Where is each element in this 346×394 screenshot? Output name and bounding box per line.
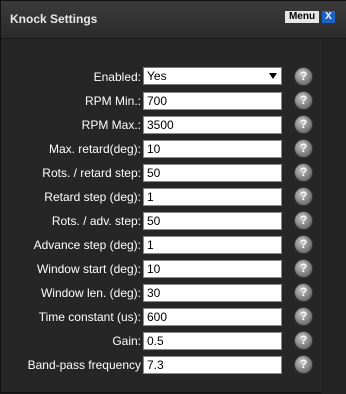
help-icon[interactable]: ? [294,235,313,254]
gain-input[interactable]: 0.5 [143,332,282,350]
title-bar[interactable]: Knock Settings Menu X [1,1,346,39]
time-constant-label: Time constant (us): [38,310,141,324]
row-rots-retard-step: Rots. / retard step: 50 ? [1,162,321,184]
row-rpm-min: RPM Min.: 700 ? [1,90,321,112]
advance-step-input[interactable]: 1 [143,236,282,254]
row-rots-adv-step: Rots. / adv. step: 50 ? [1,210,321,232]
help-icon[interactable]: ? [294,355,313,374]
enabled-select-value: Yes [147,69,167,83]
rpm-max-label: RPM Max.: [81,118,141,132]
rots-adv-step-label: Rots. / adv. step: [51,214,141,228]
rpm-min-label: RPM Min.: [84,94,141,108]
close-icon[interactable]: X [322,11,335,23]
window-len-label: Window len. (deg): [40,286,141,300]
row-max-retard: Max. retard(deg): 10 ? [1,138,321,160]
row-retard-step: Retard step (deg): 1 ? [1,186,321,208]
row-enabled: Enabled: Yes ? [1,66,321,88]
band-pass-input[interactable]: 7.3 [143,356,282,374]
max-retard-label: Max. retard(deg): [48,142,141,156]
help-icon[interactable]: ? [294,283,313,302]
row-time-constant: Time constant (us): 600 ? [1,306,321,328]
rots-retard-step-label: Rots. / retard step: [42,166,141,180]
time-constant-input[interactable]: 600 [143,308,282,326]
window-len-input[interactable]: 30 [143,284,282,302]
rots-retard-step-input[interactable]: 50 [143,164,282,182]
help-icon[interactable]: ? [294,331,313,350]
row-advance-step: Advance step (deg): 1 ? [1,234,321,256]
row-rpm-max: RPM Max.: 3500 ? [1,114,321,136]
knock-settings-window: Knock Settings Menu X Enabled: Yes ? RPM… [0,0,346,394]
gain-label: Gain: [112,334,141,348]
help-icon[interactable]: ? [294,91,313,110]
row-window-start: Window start (deg): 10 ? [1,258,321,280]
help-icon[interactable]: ? [294,307,313,326]
enabled-label: Enabled: [93,70,141,84]
enabled-select[interactable]: Yes [143,67,282,85]
window-start-label: Window start (deg): [36,262,141,276]
help-icon[interactable]: ? [294,211,313,230]
max-retard-input[interactable]: 10 [143,140,282,158]
rpm-max-input[interactable]: 3500 [143,116,282,134]
retard-step-label: Retard step (deg): [44,190,141,204]
band-pass-label: Band-pass frequency [27,358,141,372]
window-start-input[interactable]: 10 [143,260,282,278]
retard-step-input[interactable]: 1 [143,188,282,206]
help-icon[interactable]: ? [294,115,313,134]
help-icon[interactable]: ? [294,259,313,278]
menu-button[interactable]: Menu [285,11,319,23]
help-icon[interactable]: ? [294,139,313,158]
side-strip [321,39,346,394]
row-window-len: Window len. (deg): 30 ? [1,282,321,304]
help-icon[interactable]: ? [294,163,313,182]
rpm-min-input[interactable]: 700 [143,92,282,110]
rots-adv-step-input[interactable]: 50 [143,212,282,230]
row-band-pass: Band-pass frequency 7.3 ? [1,354,321,376]
help-icon[interactable]: ? [294,187,313,206]
advance-step-label: Advance step (deg): [33,238,141,252]
window-title: Knock Settings [10,12,98,26]
row-gain: Gain: 0.5 ? [1,330,321,352]
chevron-down-icon [269,73,277,79]
help-icon[interactable]: ? [294,67,313,86]
